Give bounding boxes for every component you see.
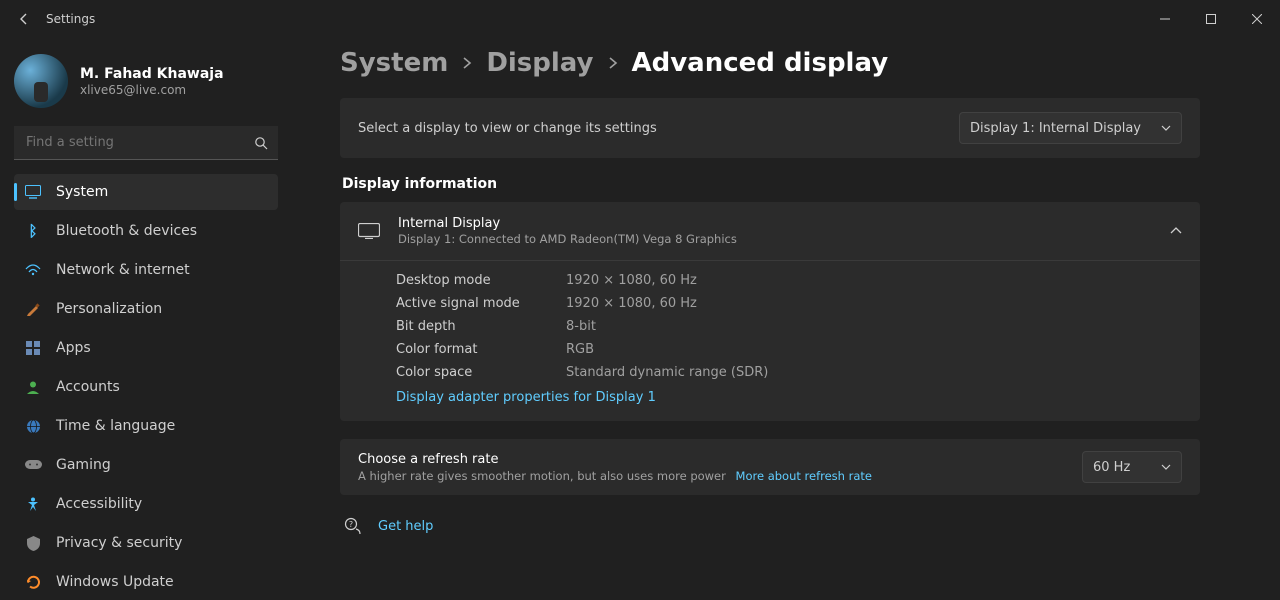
nav-label: Privacy & security xyxy=(56,535,182,551)
nav-label: Accessibility xyxy=(56,496,142,512)
info-row: Bit depth8-bit xyxy=(396,315,1182,338)
refresh-rate-panel: Choose a refresh rate A higher rate give… xyxy=(340,439,1200,495)
nav-label: Windows Update xyxy=(56,574,174,590)
profile-block[interactable]: M. Fahad Khawaja xlive65@live.com xyxy=(14,54,278,108)
time-icon xyxy=(24,417,42,435)
profile-name: M. Fahad Khawaja xyxy=(80,66,224,82)
info-row: Desktop mode1920 × 1080, 60 Hz xyxy=(396,269,1182,292)
content: System Display Advanced display Select a… xyxy=(292,38,1280,585)
display-adapter-properties-link[interactable]: Display adapter properties for Display 1 xyxy=(396,384,1182,407)
nav-item-bluetooth[interactable]: ᛒ Bluetooth & devices xyxy=(14,213,278,249)
display-select-label: Select a display to view or change its s… xyxy=(358,121,657,136)
accounts-icon xyxy=(24,378,42,396)
display-info-body: Desktop mode1920 × 1080, 60 Hz Active si… xyxy=(340,260,1200,421)
nav-item-gaming[interactable]: Gaming xyxy=(14,447,278,483)
search-input[interactable] xyxy=(14,126,278,160)
monitor-icon xyxy=(358,223,380,239)
breadcrumb: System Display Advanced display xyxy=(340,48,1200,78)
window-controls xyxy=(1142,0,1280,38)
nav-label: Network & internet xyxy=(56,262,190,278)
breadcrumb-system[interactable]: System xyxy=(340,48,448,78)
display-select-value: Display 1: Internal Display xyxy=(970,121,1141,136)
get-help-link[interactable]: ? Get help xyxy=(340,517,1200,535)
help-icon: ? xyxy=(344,517,362,535)
nav-label: System xyxy=(56,184,108,200)
breadcrumb-current: Advanced display xyxy=(632,48,889,78)
minimize-button[interactable] xyxy=(1142,0,1188,38)
nav-label: Apps xyxy=(56,340,91,356)
accessibility-icon xyxy=(24,495,42,513)
chevron-right-icon xyxy=(462,56,472,70)
nav-item-time[interactable]: Time & language xyxy=(14,408,278,444)
apps-icon xyxy=(24,339,42,357)
refresh-rate-value: 60 Hz xyxy=(1093,460,1130,475)
display-select-panel: Select a display to view or change its s… xyxy=(340,98,1200,158)
nav-item-personalization[interactable]: Personalization xyxy=(14,291,278,327)
nav-label: Gaming xyxy=(56,457,111,473)
info-row: Color formatRGB xyxy=(396,338,1182,361)
svg-text:?: ? xyxy=(349,520,353,529)
personalization-icon xyxy=(24,300,42,318)
titlebar: Settings xyxy=(0,0,1280,38)
refresh-rate-title: Choose a refresh rate xyxy=(358,452,872,467)
nav-label: Personalization xyxy=(56,301,162,317)
nav-item-update[interactable]: Windows Update xyxy=(14,564,278,600)
network-icon xyxy=(24,261,42,279)
info-row: Active signal mode1920 × 1080, 60 Hz xyxy=(396,292,1182,315)
close-button[interactable] xyxy=(1234,0,1280,38)
sidebar: M. Fahad Khawaja xlive65@live.com System… xyxy=(0,38,292,585)
nav-item-accessibility[interactable]: Accessibility xyxy=(14,486,278,522)
chevron-down-icon xyxy=(1161,464,1171,470)
display-info-heading: Display information xyxy=(342,176,1200,192)
info-row: Color spaceStandard dynamic range (SDR) xyxy=(396,361,1182,384)
nav-item-apps[interactable]: Apps xyxy=(14,330,278,366)
nav-item-accounts[interactable]: Accounts xyxy=(14,369,278,405)
display-select-dropdown[interactable]: Display 1: Internal Display xyxy=(959,112,1182,144)
display-info-title: Internal Display xyxy=(398,216,737,231)
display-info-header[interactable]: Internal Display Display 1: Connected to… xyxy=(340,202,1200,260)
avatar xyxy=(14,54,68,108)
window-title: Settings xyxy=(46,12,95,26)
back-button[interactable] xyxy=(14,9,34,29)
breadcrumb-display[interactable]: Display xyxy=(486,48,593,78)
refresh-rate-dropdown[interactable]: 60 Hz xyxy=(1082,451,1182,483)
search-box xyxy=(14,126,278,160)
nav-label: Time & language xyxy=(56,418,175,434)
update-icon xyxy=(24,573,42,591)
nav-item-system[interactable]: System xyxy=(14,174,278,210)
nav-item-network[interactable]: Network & internet xyxy=(14,252,278,288)
display-info-panel: Internal Display Display 1: Connected to… xyxy=(340,202,1200,421)
bluetooth-icon: ᛒ xyxy=(24,222,42,240)
maximize-button[interactable] xyxy=(1188,0,1234,38)
chevron-down-icon xyxy=(1161,125,1171,131)
nav-item-privacy[interactable]: Privacy & security xyxy=(14,525,278,561)
search-icon xyxy=(254,136,268,150)
gaming-icon xyxy=(24,456,42,474)
nav-label: Accounts xyxy=(56,379,120,395)
refresh-rate-subtitle: A higher rate gives smoother motion, but… xyxy=(358,469,872,483)
more-about-refresh-link[interactable]: More about refresh rate xyxy=(736,469,872,483)
chevron-up-icon[interactable] xyxy=(1170,227,1182,235)
nav-label: Bluetooth & devices xyxy=(56,223,197,239)
privacy-icon xyxy=(24,534,42,552)
get-help-label: Get help xyxy=(378,519,433,534)
system-icon xyxy=(24,183,42,201)
nav: System ᛒ Bluetooth & devices Network & i… xyxy=(14,174,278,600)
display-info-subtitle: Display 1: Connected to AMD Radeon(TM) V… xyxy=(398,232,737,246)
chevron-right-icon xyxy=(608,56,618,70)
profile-email: xlive65@live.com xyxy=(80,83,224,97)
